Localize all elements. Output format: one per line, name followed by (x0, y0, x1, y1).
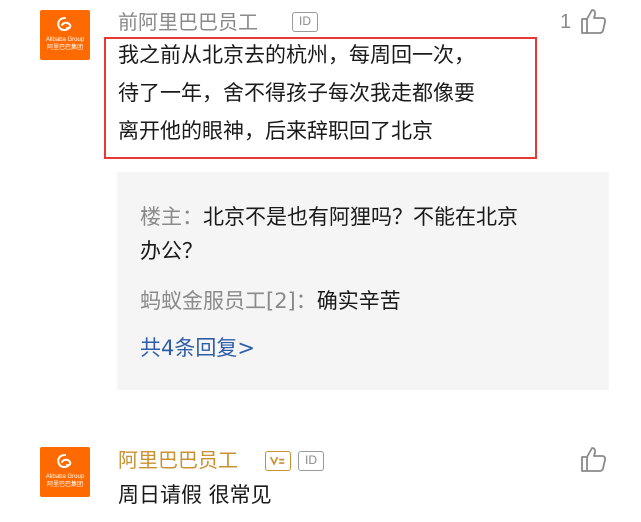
reply-text: 办公？ (140, 239, 203, 263)
reply-author: 蚂蚁金服员工[2]： (140, 289, 317, 313)
reply-text: 北京不是也有阿狸吗？不能在北京 (203, 205, 518, 229)
username[interactable]: 前阿里巴巴员工 (118, 10, 258, 34)
avatar-brand-cn: 阿里巴巴集团 (46, 482, 83, 488)
verified-icon (265, 451, 291, 471)
avatar[interactable]: Alibaba Group 阿里巴巴集团 (40, 10, 90, 60)
avatar-brand-en: Alibaba Group (45, 37, 85, 43)
comment-line: 待了一年，舍不得孩子每次我走都像要 (118, 81, 475, 105)
reply-item[interactable]: 蚂蚁金服员工[2]：确实辛苦 (140, 282, 401, 320)
comment-text: 我之前从北京去的杭州，每周回一次， 待了一年，舍不得孩子每次我走都像要 离开他的… (118, 36, 475, 150)
more-replies-link[interactable]: 共4条回复> (140, 334, 255, 362)
comment-line: 离开他的眼神，后来辞职回了北京 (118, 119, 433, 143)
id-badge: ID (298, 451, 324, 471)
avatar[interactable]: Alibaba Group 阿里巴巴集团 (40, 447, 90, 497)
reply-panel: 楼主：北京不是也有阿狸吗？不能在北京 办公？ 蚂蚁金服员工[2]：确实辛苦 共4… (117, 172, 609, 390)
username[interactable]: 阿里巴巴员工 (118, 448, 238, 472)
reply-author: 楼主： (140, 205, 203, 229)
like-count[interactable]: 1 (560, 10, 571, 34)
reply-item-continuation[interactable]: 办公？ (140, 232, 203, 270)
alibaba-logo-icon (57, 17, 72, 31)
comment-line: 我之前从北京去的杭州，每周回一次， (118, 43, 475, 67)
thumbs-up-icon[interactable] (578, 444, 608, 474)
alibaba-logo-icon (57, 454, 72, 468)
comment-text: 周日请假 很常见 (118, 476, 272, 514)
avatar-brand-en: Alibaba Group (45, 474, 85, 480)
thumbs-up-icon[interactable] (578, 6, 608, 36)
id-badge: ID (292, 12, 318, 32)
comment-line: 周日请假 很常见 (118, 483, 272, 507)
reply-text: 确实辛苦 (316, 289, 401, 313)
reply-item[interactable]: 楼主：北京不是也有阿狸吗？不能在北京 (140, 198, 518, 236)
avatar-brand-cn: 阿里巴巴集团 (46, 45, 83, 51)
